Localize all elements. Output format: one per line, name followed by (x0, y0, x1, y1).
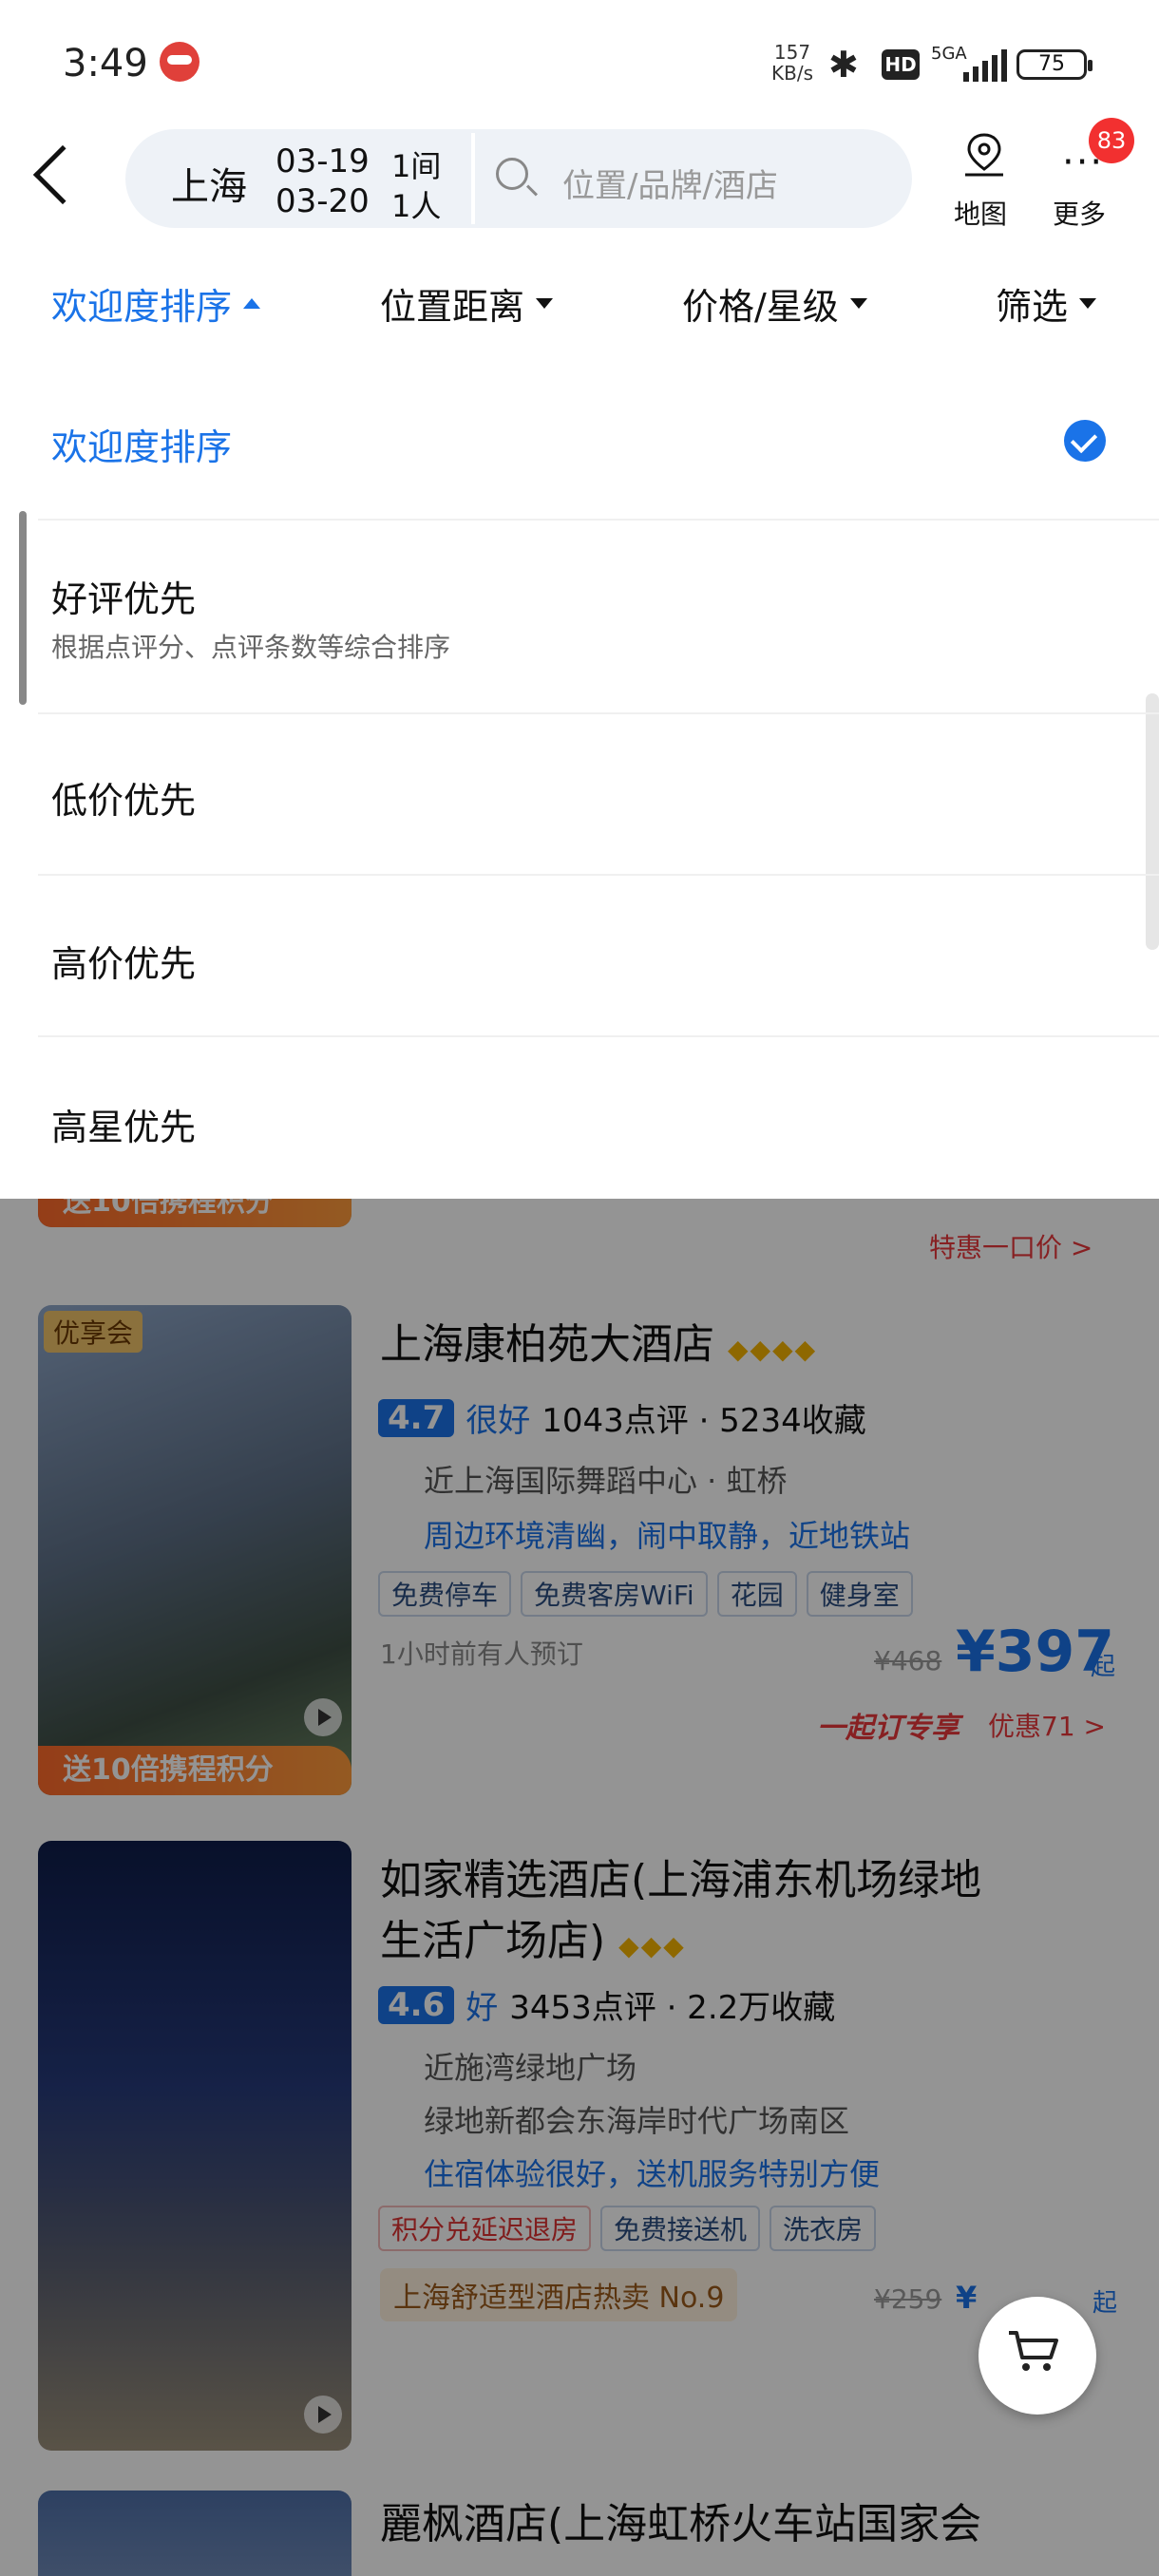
check-in-date[interactable]: 03-19 (276, 142, 370, 180)
city-label[interactable]: 上海 (171, 156, 247, 211)
tab-label: 欢迎度排序 (51, 286, 233, 328)
search-input[interactable]: 位置/品牌/酒店 (562, 160, 778, 206)
divider (38, 712, 1159, 714)
notification-badge: 83 (1089, 118, 1134, 163)
network-speed: 157 KB/s (771, 42, 813, 84)
caret-down-icon (849, 298, 867, 309)
caret-down-icon (1079, 298, 1097, 309)
speed-value: 157 (773, 41, 811, 64)
tab-location-distance[interactable]: 位置距离 (380, 277, 554, 330)
tab-label: 价格/星级 (682, 286, 839, 328)
caret-down-icon (536, 298, 554, 309)
tab-price-star[interactable]: 价格/星级 (682, 277, 867, 330)
app-notification-icon (160, 42, 200, 82)
signal-icon (963, 49, 1007, 82)
tab-filter[interactable]: 筛选 (996, 277, 1097, 330)
room-count[interactable]: 1间 (391, 142, 441, 186)
sort-option-rating[interactable]: 好评优先 (51, 570, 196, 622)
battery-icon: 75 (1016, 49, 1092, 80)
divider (38, 874, 1159, 876)
map-pin-icon[interactable] (961, 131, 1007, 180)
more-label[interactable]: 更多 (1053, 194, 1106, 232)
status-time: 3:49 (63, 42, 148, 85)
back-icon[interactable] (32, 144, 93, 205)
tab-label: 位置距离 (380, 286, 525, 328)
guest-count[interactable]: 1人 (391, 182, 441, 226)
check-out-date[interactable]: 03-20 (276, 182, 370, 220)
sort-option-high-star[interactable]: 高星优先 (51, 1098, 196, 1150)
scrollbar[interactable] (1146, 693, 1159, 950)
divider (38, 1035, 1159, 1037)
speed-unit: KB/s (771, 62, 813, 85)
network-type: 5GA (931, 44, 967, 64)
tab-label: 筛选 (996, 286, 1069, 328)
check-icon (1064, 420, 1106, 462)
sort-option-low-price[interactable]: 低价优先 (51, 771, 196, 824)
caret-up-icon (243, 298, 261, 309)
bluetooth-icon: ✱ (828, 44, 859, 85)
cart-button[interactable] (978, 2297, 1096, 2415)
search-icon (496, 158, 528, 190)
map-label[interactable]: 地图 (954, 194, 1007, 232)
search-divider (471, 133, 475, 224)
cart-icon (1009, 2331, 1058, 2371)
sort-option-popularity[interactable]: 欢迎度排序 (51, 418, 232, 470)
tab-popularity-sort[interactable]: 欢迎度排序 (51, 277, 261, 330)
hd-icon: HD (882, 49, 920, 80)
sort-option-high-price[interactable]: 高价优先 (51, 935, 196, 987)
scroll-indicator (19, 511, 27, 705)
sort-option-rating-description: 根据点评分、点评条数等综合排序 (51, 632, 451, 663)
divider (38, 519, 1159, 521)
